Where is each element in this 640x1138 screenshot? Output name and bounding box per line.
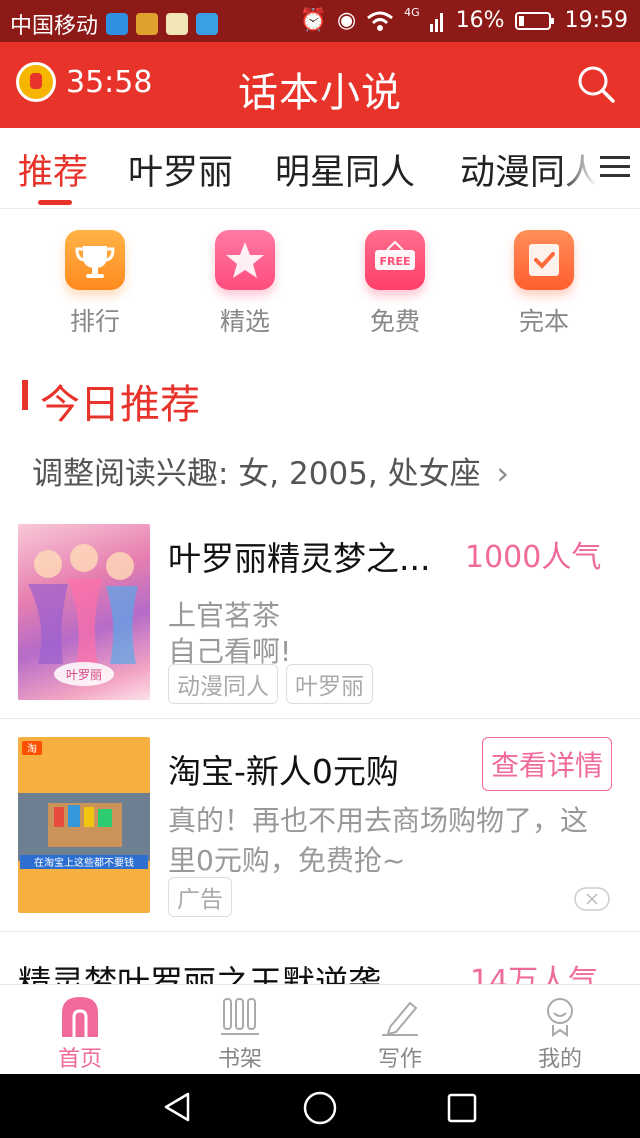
view-details-button[interactable]: 查看详情: [482, 737, 613, 791]
ad-description-line: 里0元购，免费抢~: [168, 844, 406, 877]
interest-text: 调整阅读兴趣: 女, 2005, 处女座: [32, 456, 481, 492]
active-tab-indicator: [38, 200, 72, 205]
clock-time: 19:59: [564, 8, 628, 33]
svg-text:叶罗丽: 叶罗丽: [66, 668, 102, 682]
network-type: 4G: [404, 6, 420, 19]
book-cover: 叶罗丽: [18, 524, 150, 700]
nav-label: 我的: [537, 1047, 582, 1072]
ad-card[interactable]: 淘 在淘宝上这些都不要钱 淘宝-新人0元购 查看详情 真的！再也不用去商场购物了…: [0, 719, 640, 931]
nav-home[interactable]: 首页: [0, 985, 160, 1075]
nav-label: 书架: [217, 1047, 262, 1072]
section-marker: [22, 380, 28, 410]
ad-description-line: 真的！再也不用去商场购物了，这: [168, 804, 589, 837]
free-icon: FREE: [365, 230, 425, 290]
book-author: 上官茗茶: [168, 599, 281, 632]
book-tags: 动漫同人 叶罗丽: [168, 664, 373, 704]
app-notify-icon: [136, 13, 159, 35]
tab-yeluoli[interactable]: 叶罗丽: [128, 144, 233, 195]
status-right: ⏰ ◉ 4G 16% 19:59: [299, 6, 628, 33]
star-icon: [215, 230, 275, 290]
system-nav-bar: [0, 1074, 640, 1138]
tab-star-fanfic[interactable]: 明星同人: [275, 144, 415, 195]
quick-entry-completed[interactable]: 完本: [489, 230, 599, 338]
ad-cover: 淘 在淘宝上这些都不要钱: [18, 737, 150, 913]
chevron-right-icon: ›: [496, 456, 509, 492]
quick-entry-free[interactable]: FREE 免费: [340, 230, 450, 338]
close-ad-icon[interactable]: [574, 887, 610, 911]
home-circle-icon[interactable]: [302, 1090, 338, 1126]
pencil-icon: [382, 1001, 418, 1036]
book-card[interactable]: 叶罗丽 叶罗丽精灵梦之... 1000人气 上官茗茶 自己看啊! 动漫同人 叶罗…: [0, 508, 640, 718]
quick-entry-ranking[interactable]: 排行: [40, 230, 150, 338]
book-title: 精灵梦叶罗丽之王默逆袭: [18, 963, 381, 984]
category-tabs: 推荐 叶罗丽 明星同人 动漫同人: [0, 128, 640, 209]
tag[interactable]: 叶罗丽: [286, 664, 373, 704]
check-icon: [514, 230, 574, 290]
nav-label: 写作: [377, 1047, 422, 1072]
ad-cover-caption: 在淘宝上这些都不要钱: [34, 856, 134, 869]
bookshelf-icon: [221, 998, 259, 1035]
message-notify-icon: [196, 13, 219, 35]
search-icon[interactable]: [576, 64, 616, 104]
nav-bookshelf[interactable]: 书架: [160, 985, 320, 1075]
signal-icon: [429, 12, 443, 32]
status-left: 中国移动: [10, 8, 219, 40]
book-popularity: 14万人气: [470, 964, 599, 984]
section-title: 今日推荐: [40, 382, 200, 428]
profile-icon: [547, 998, 573, 1037]
quick-entry-label: 排行: [69, 307, 120, 336]
battery-icon: [514, 11, 554, 30]
home-icon: [62, 997, 98, 1037]
ad-tag: 广告: [168, 877, 232, 917]
quick-entry-featured[interactable]: 精选: [190, 230, 300, 338]
menu-icon[interactable]: [600, 154, 630, 180]
carrier-label: 中国移动: [10, 14, 99, 39]
battery-percent: 16%: [455, 8, 505, 33]
svg-text:FREE: FREE: [379, 255, 410, 268]
nav-label: 首页: [57, 1047, 102, 1072]
book-card-partial[interactable]: 精灵梦叶罗丽之王默逆袭 14万人气: [0, 932, 640, 984]
back-icon[interactable]: [160, 1090, 194, 1124]
bottom-nav: 首页 书架 写作 我的: [0, 984, 640, 1075]
trophy-icon: [65, 230, 125, 290]
wifi-icon: [367, 11, 394, 31]
quick-entry-label: 精选: [219, 307, 270, 336]
alarm-icon: ⏰: [299, 8, 327, 33]
recents-icon[interactable]: [446, 1092, 478, 1124]
nav-profile[interactable]: 我的: [480, 985, 640, 1075]
status-bar: 中国移动 ⏰ ◉ 4G 16% 19:59: [0, 0, 640, 42]
ad-cover-badge: 淘: [27, 742, 37, 755]
ad-title: 淘宝-新人0元购: [168, 752, 399, 791]
quick-entry-label: 完本: [518, 307, 569, 336]
nav-write[interactable]: 写作: [320, 985, 480, 1075]
ad-description: 真的！再也不用去商场购物了，这 里0元购，免费抢~: [168, 799, 628, 879]
tab-recommend[interactable]: 推荐: [18, 144, 88, 195]
app-title: 话本小说: [238, 70, 402, 116]
quick-entry-label: 免费: [369, 307, 420, 336]
book-title: 叶罗丽精灵梦之...: [168, 539, 431, 578]
tag[interactable]: 动漫同人: [168, 664, 278, 704]
interest-link[interactable]: 调整阅读兴趣: 女, 2005, 处女座 ›: [32, 448, 509, 493]
book-popularity: 1000人气: [465, 540, 602, 575]
eye-icon: ◉: [336, 8, 357, 33]
emoji-notify-icon: [166, 13, 189, 35]
map-notify-icon: [106, 13, 129, 35]
app-header: 35:58 话本小说: [0, 42, 640, 128]
